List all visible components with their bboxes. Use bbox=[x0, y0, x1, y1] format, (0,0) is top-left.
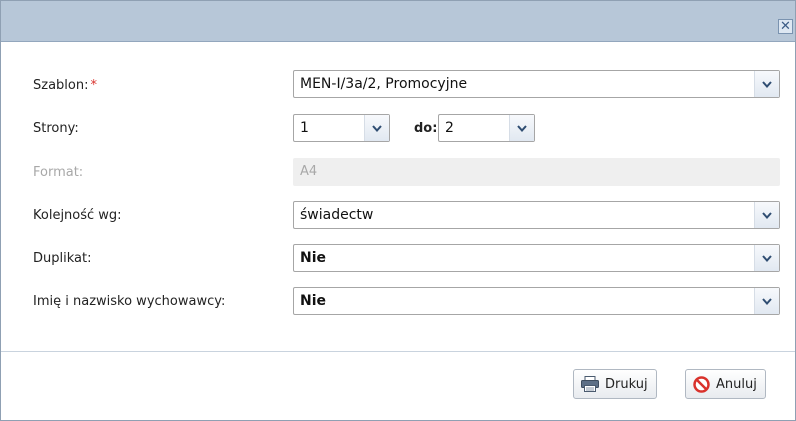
pages-from-value: 1 bbox=[300, 120, 309, 136]
pages-to-label: do: bbox=[414, 121, 438, 136]
chevron-down-icon[interactable] bbox=[754, 245, 779, 271]
chevron-down-icon[interactable] bbox=[364, 115, 389, 141]
order-select-value: świadectw bbox=[300, 207, 374, 223]
format-label: Format: bbox=[33, 165, 84, 180]
pages-to-select[interactable]: 2 bbox=[438, 114, 535, 142]
print-button-label: Drukuj bbox=[605, 376, 648, 392]
duplicate-select[interactable]: Nie bbox=[293, 244, 780, 272]
printer-icon bbox=[581, 376, 599, 392]
template-label: Szablon: * bbox=[33, 78, 97, 93]
template-select-value: MEN-I/3a/2, Promocyjne bbox=[300, 76, 468, 92]
cancel-button-label: Anuluj bbox=[716, 376, 757, 392]
chevron-down-icon[interactable] bbox=[754, 71, 779, 97]
teacher-name-select-value: Nie bbox=[300, 293, 327, 309]
close-icon[interactable]: ✕ bbox=[778, 19, 793, 34]
duplicate-label: Duplikat: bbox=[33, 251, 92, 266]
pages-label: Strony: bbox=[33, 121, 79, 136]
chevron-down-icon[interactable] bbox=[754, 288, 779, 314]
required-mark: * bbox=[90, 78, 97, 93]
duplicate-select-value: Nie bbox=[300, 250, 327, 266]
cancel-button[interactable]: Anuluj bbox=[685, 369, 766, 399]
order-select[interactable]: świadectw bbox=[293, 201, 780, 229]
print-button[interactable]: Drukuj bbox=[573, 369, 657, 399]
teacher-name-select[interactable]: Nie bbox=[293, 287, 780, 315]
format-value: A4 bbox=[300, 164, 318, 179]
chevron-down-icon[interactable] bbox=[509, 115, 534, 141]
teacher-name-label: Imię i nazwisko wychowawcy: bbox=[33, 294, 226, 309]
pages-from-select[interactable]: 1 bbox=[293, 114, 390, 142]
cancel-icon bbox=[693, 375, 710, 393]
template-select[interactable]: MEN-I/3a/2, Promocyjne bbox=[293, 70, 780, 98]
dialog-titlebar: ✕ bbox=[1, 1, 795, 42]
pages-to-value: 2 bbox=[445, 120, 454, 136]
format-field: A4 bbox=[293, 158, 780, 186]
template-label-text: Szablon: bbox=[33, 78, 89, 93]
print-dialog: ✕ Szablon: * MEN-I/3a/2, Promocyjne Stron… bbox=[0, 0, 796, 421]
footer-divider bbox=[1, 351, 795, 352]
order-label: Kolejność wg: bbox=[33, 208, 122, 223]
chevron-down-icon[interactable] bbox=[754, 202, 779, 228]
